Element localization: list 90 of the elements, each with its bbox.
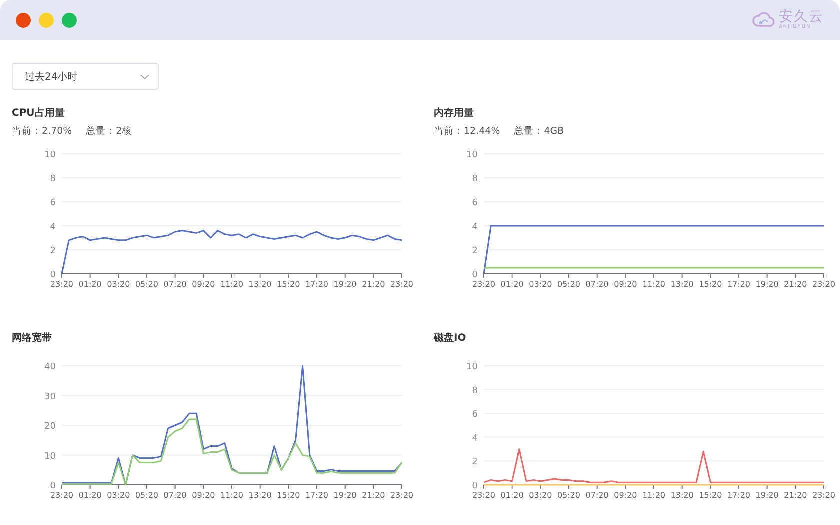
axis-label: 23:20 [390,280,414,289]
axis-label: 23:20 [812,280,836,289]
axis-label: 23:20 [812,491,836,500]
axis-label: 17:20 [727,491,751,500]
axis-label: 23:20 [472,491,496,500]
axis-label: 0 [472,482,478,492]
axis-label: 01:20 [78,280,102,289]
axis-label: 15:20 [277,280,300,289]
axis-label: 0 [472,270,478,280]
axis-label: 10 [44,452,56,462]
axis-label: 21:20 [362,280,386,289]
axis-label: 2 [472,458,478,468]
axis-label: 4 [50,222,56,232]
axis-label: 11:20 [220,491,244,500]
stat-text: 当前：12.44% [434,125,500,139]
chart-title: 磁盘IO [434,332,468,346]
axis-label: 4 [472,434,478,444]
axis-label: 07:20 [164,280,187,289]
axis-label: 20 [44,422,56,432]
axis-label: 2 [472,246,478,256]
axis-label: 19:20 [756,491,779,500]
axis-label: 11:20 [220,280,244,289]
chart-title: CPU占用量 [12,107,66,121]
axis-label: 03:20 [529,491,552,500]
cloud-icon [752,10,776,30]
axis-label: 4 [472,222,478,232]
axis-label: 13:20 [248,280,272,289]
chart-title: 内存用量 [434,107,475,121]
axis-label: 05:20 [135,491,159,500]
stat-text: 当前：2.70% [12,125,72,139]
axis-label: 21:20 [784,280,808,289]
axis-label: 09:20 [192,491,216,500]
axis-label: 8 [472,386,478,396]
axis-label: 17:20 [305,280,329,289]
axis-label: 15:20 [277,491,300,500]
axis-label: 15:20 [699,491,722,500]
axis-label: 2 [50,246,56,256]
axis-label: 17:20 [727,280,751,289]
stat-text: 总量：2核 [86,125,132,139]
axis-label: 19:20 [334,491,357,500]
axis-label: 07:20 [586,280,609,289]
axis-label: 6 [472,198,478,208]
axis-label: 01:20 [500,280,524,289]
axis-label: 07:20 [586,491,609,500]
axis-label: 21:20 [784,491,808,500]
axis-label: 19:20 [756,280,779,289]
axis-label: 23:20 [50,491,74,500]
axis-label: 8 [50,174,56,184]
axis-label: 05:20 [557,491,581,500]
minimize-button[interactable] [39,12,54,28]
axis-label: 6 [472,410,478,420]
axis-label: 03:20 [107,280,130,289]
axis-label: 21:20 [362,491,386,500]
axis-label: 05:20 [557,280,581,289]
logo-name: 安久云 [779,10,824,24]
axis-label: 13:20 [248,491,272,500]
axis-label: 23:20 [50,280,74,289]
axis-label: 0 [50,482,56,492]
axis-label: 11:20 [642,280,666,289]
chart-title: 网络宽带 [12,332,53,346]
caret-icon [140,74,150,80]
axis-label: 10 [44,150,56,160]
axis-label: 07:20 [164,491,187,500]
axis-label: 01:20 [500,491,524,500]
axis-label: 10 [466,150,478,160]
range-select[interactable]: 过去24小时 [12,63,159,90]
axis-label: 6 [50,198,56,208]
axis-label: 17:20 [305,491,329,500]
axis-label: 30 [44,392,56,402]
axis-label: 09:20 [192,280,216,289]
axis-label: 15:20 [699,280,722,289]
axis-label: 8 [472,174,478,184]
axis-label: 23:20 [390,491,414,500]
axis-label: 40 [44,362,56,372]
axis-label: 19:20 [334,280,357,289]
axis-label: 03:20 [107,491,130,500]
axis-label: 13:20 [670,280,694,289]
close-button[interactable] [16,12,31,28]
maximize-button[interactable] [62,12,77,28]
axis-label: 03:20 [529,280,552,289]
axis-label: 09:20 [614,280,638,289]
axis-label: 09:20 [614,491,638,500]
stat-text: 总量：4GB [514,125,564,139]
axis-label: 11:20 [642,491,666,500]
axis-label: 05:20 [135,280,159,289]
axis-label: 10 [466,362,478,372]
axis-label: 23:20 [472,280,496,289]
axis-label: 13:20 [670,491,694,500]
axis-label: 0 [50,270,56,280]
axis-label: 01:20 [78,491,102,500]
